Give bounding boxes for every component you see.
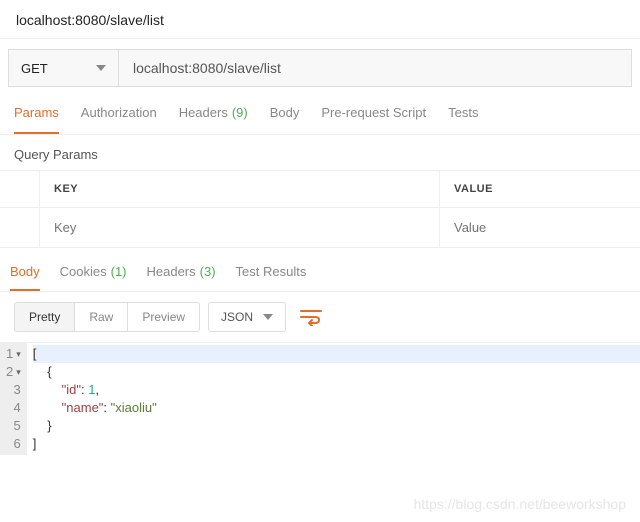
params-table: KEY VALUE (0, 170, 640, 248)
line-gutter: 1 ▾2 ▾3456 (0, 343, 27, 455)
chevron-down-icon (96, 65, 106, 71)
tab-tests[interactable]: Tests (448, 105, 478, 134)
watermark: https://blog.csdn.net/beeworkshop (414, 496, 626, 512)
view-pretty[interactable]: Pretty (15, 303, 75, 331)
response-tabs: Body Cookies(1) Headers(3) Test Results (0, 248, 640, 292)
view-mode-segment: Pretty Raw Preview (14, 302, 200, 332)
resp-tab-headers[interactable]: Headers(3) (147, 264, 216, 291)
params-row (0, 208, 640, 248)
body-toolbar: Pretty Raw Preview JSON (0, 292, 640, 342)
tab-headers[interactable]: Headers(9) (179, 105, 248, 134)
format-select[interactable]: JSON (208, 302, 286, 332)
wrap-icon (300, 308, 322, 326)
view-raw[interactable]: Raw (75, 303, 128, 331)
params-header-row: KEY VALUE (0, 171, 640, 208)
chevron-down-icon (263, 314, 273, 320)
tab-prerequest[interactable]: Pre-request Script (321, 105, 426, 134)
url-display: localhost:8080/slave/list (0, 0, 640, 39)
tab-authorization[interactable]: Authorization (81, 105, 157, 134)
param-key-input[interactable] (54, 220, 425, 235)
url-input[interactable] (119, 50, 631, 86)
param-value-input[interactable] (454, 220, 626, 235)
method-select[interactable]: GET (9, 50, 119, 86)
code-content[interactable]: [ { "id": 1, "name": "xiaoliu" }] (27, 343, 640, 455)
resp-tab-cookies[interactable]: Cookies(1) (60, 264, 127, 291)
resp-tab-body[interactable]: Body (10, 264, 40, 291)
request-tabs: Params Authorization Headers(9) Body Pre… (0, 87, 640, 135)
method-value: GET (21, 61, 48, 76)
header-key: KEY (40, 171, 440, 208)
header-value: VALUE (440, 171, 640, 208)
query-params-title: Query Params (0, 135, 640, 170)
response-body: 1 ▾2 ▾3456 [ { "id": 1, "name": "xiaoliu… (0, 342, 640, 455)
resp-tab-tests[interactable]: Test Results (236, 264, 307, 291)
wrap-lines-button[interactable] (294, 304, 328, 330)
tab-params[interactable]: Params (14, 105, 59, 134)
request-row: GET (8, 49, 632, 87)
tab-body[interactable]: Body (270, 105, 300, 134)
view-preview[interactable]: Preview (128, 303, 199, 331)
